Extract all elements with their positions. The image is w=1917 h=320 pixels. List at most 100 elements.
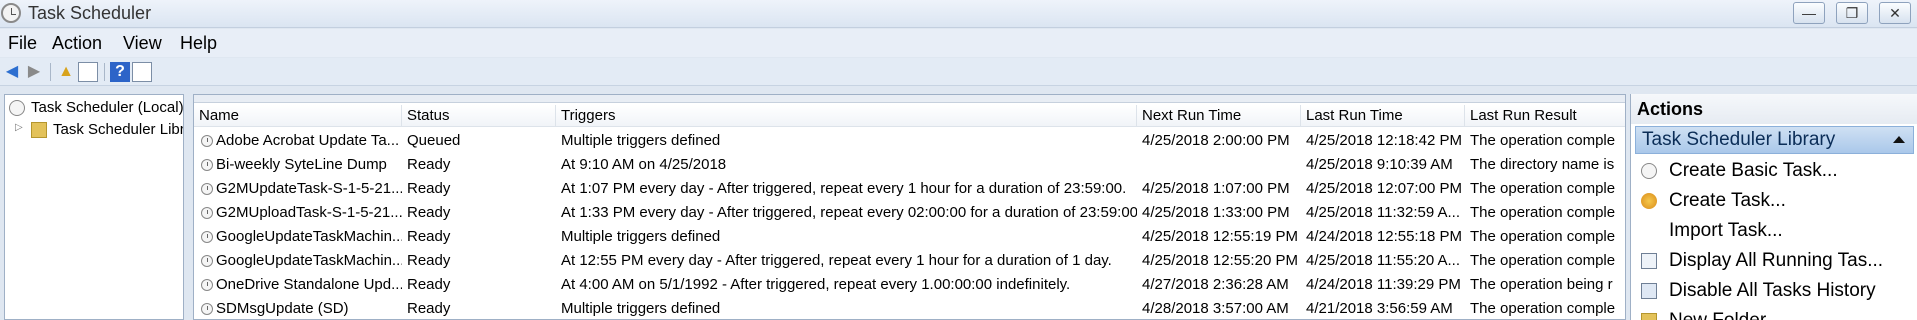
task-status: Ready [407, 204, 451, 221]
task-status: Ready [407, 252, 451, 269]
close-button[interactable]: ✕ [1879, 2, 1911, 24]
action-display-running[interactable]: Display All Running Tas... [1631, 246, 1917, 276]
actions-title: Actions [1631, 94, 1917, 124]
task-row[interactable]: OneDrive Standalone Upd... Ready At 4:00… [194, 273, 1625, 297]
task-triggers: At 1:07 PM every day - After triggered, … [561, 180, 1127, 197]
show-action-pane-icon[interactable] [132, 62, 152, 82]
task-row[interactable]: GoogleUpdateTaskMachin... Ready At 12:55… [194, 249, 1625, 273]
action-create-task[interactable]: Create Task... [1631, 186, 1917, 216]
task-last-run: 4/25/2018 12:18:42 PM [1306, 132, 1462, 149]
task-row[interactable]: Bi-weekly SyteLine Dump Ready At 9:10 AM… [194, 153, 1625, 177]
clock-icon [1, 3, 21, 23]
list-header: Name Status Triggers Next Run Time Last … [194, 105, 1625, 127]
task-next-run: 4/28/2018 3:57:00 AM [1142, 300, 1289, 317]
task-last-result: The operation being r [1470, 276, 1613, 293]
task-row[interactable]: G2MUpdateTask-S-1-5-21... Ready At 1:07 … [194, 177, 1625, 201]
task-last-result: The operation comple [1470, 228, 1616, 245]
column-header-next-run[interactable]: Next Run Time [1137, 105, 1301, 127]
pane-top-strip [194, 95, 1625, 103]
up-folder-icon[interactable]: ▲ [56, 62, 76, 82]
task-row[interactable]: SDMsgUpdate (SD) Ready Multiple triggers… [194, 297, 1625, 319]
task-clock-icon [201, 183, 213, 195]
column-header-name[interactable]: Name [194, 105, 402, 127]
task-last-result: The operation comple [1470, 180, 1616, 197]
task-clock-icon [201, 159, 213, 171]
toolbar-separator [50, 63, 51, 81]
task-row[interactable]: G2MUploadTask-S-1-5-21... Ready At 1:33 … [194, 201, 1625, 225]
task-next-run: 4/25/2018 2:00:00 PM [1142, 132, 1290, 149]
toolbar-separator [104, 63, 105, 81]
task-last-run: 4/25/2018 12:07:00 PM [1306, 180, 1462, 197]
task-status: Queued [407, 132, 461, 149]
actions-section-label: Task Scheduler Library [1642, 129, 1836, 150]
restore-button[interactable]: ❐ [1836, 2, 1868, 24]
minimize-button[interactable]: — [1793, 2, 1825, 24]
task-name: Bi-weekly SyteLine Dump [216, 156, 387, 173]
task-last-result: The operation comple [1470, 204, 1616, 221]
task-next-run [1142, 153, 1301, 177]
task-status: Ready [407, 228, 451, 245]
help-icon[interactable]: ? [110, 62, 130, 82]
task-triggers: Multiple triggers defined [561, 300, 721, 317]
menu-file[interactable]: File [8, 33, 37, 54]
menu-help[interactable]: Help [180, 33, 217, 54]
task-clock-icon [201, 255, 213, 267]
show-hide-tree-icon[interactable] [78, 62, 98, 82]
task-last-run: 4/24/2018 12:55:18 PM [1306, 228, 1462, 245]
task-list-pane: Name Status Triggers Next Run Time Last … [193, 94, 1626, 320]
task-clock-icon [201, 207, 213, 219]
column-header-status[interactable]: Status [402, 105, 556, 127]
running-tasks-icon [1641, 253, 1657, 269]
menu-action[interactable]: Action [52, 33, 102, 54]
task-triggers: At 4:00 AM on 5/1/1992 - After triggered… [561, 276, 1071, 293]
action-disable-history[interactable]: Disable All Tasks History [1631, 276, 1917, 306]
action-new-folder[interactable]: New Folder... [1631, 306, 1917, 320]
menu-bar: File Action View Help [0, 29, 1917, 57]
tree-label-library: Task Scheduler Library [53, 121, 183, 138]
menu-view[interactable]: View [123, 33, 162, 54]
task-status: Ready [407, 180, 451, 197]
task-last-result: The directory name is [1470, 156, 1615, 173]
actions-section-library[interactable]: Task Scheduler Library [1635, 126, 1914, 154]
action-label: Import Task... [1669, 220, 1783, 241]
task-triggers: Multiple triggers defined [561, 228, 721, 245]
action-label: Create Task... [1669, 190, 1786, 211]
task-next-run: 4/25/2018 12:55:20 PM [1142, 252, 1298, 269]
action-import-task[interactable]: Import Task... [1631, 216, 1917, 246]
navigation-tree: Task Scheduler (Local) ▷ Task Scheduler … [4, 94, 184, 320]
task-status: Ready [407, 276, 451, 293]
task-row[interactable]: GoogleUpdateTaskMachin... Ready Multiple… [194, 225, 1625, 249]
disable-history-icon [1641, 283, 1657, 299]
clock-icon [9, 100, 25, 116]
task-triggers: Multiple triggers defined [561, 132, 721, 149]
folder-icon [31, 122, 47, 138]
task-status: Ready [407, 156, 451, 173]
task-row[interactable]: Adobe Acrobat Update Ta... Queued Multip… [194, 129, 1625, 153]
forward-arrow-icon[interactable]: ▶ [24, 62, 44, 82]
task-last-run: 4/25/2018 9:10:39 AM [1306, 156, 1453, 173]
task-triggers: At 12:55 PM every day - After triggered,… [561, 252, 1112, 269]
collapse-arrow-icon[interactable] [1893, 136, 1905, 143]
task-name: OneDrive Standalone Upd... [216, 276, 402, 293]
column-header-last-result[interactable]: Last Run Result [1465, 105, 1625, 127]
task-last-run: 4/21/2018 3:56:59 AM [1306, 300, 1453, 317]
create-basic-task-icon [1641, 163, 1657, 179]
task-last-run: 4/25/2018 11:55:20 A... [1306, 252, 1461, 269]
expand-arrow-icon[interactable]: ▷ [15, 122, 23, 133]
task-name: Adobe Acrobat Update Ta... [216, 132, 400, 149]
column-header-last-run[interactable]: Last Run Time [1301, 105, 1465, 127]
task-triggers: At 9:10 AM on 4/25/2018 [561, 156, 727, 173]
action-create-basic-task[interactable]: Create Basic Task... [1631, 156, 1917, 186]
column-header-triggers[interactable]: Triggers [556, 105, 1137, 127]
title-bar: Task Scheduler — ❐ ✕ [0, 0, 1917, 28]
task-clock-icon [201, 279, 213, 291]
task-name: G2MUpdateTask-S-1-5-21... [216, 180, 402, 197]
back-arrow-icon[interactable]: ◀ [2, 62, 22, 82]
task-status: Ready [407, 300, 451, 317]
task-last-result: The operation comple [1470, 252, 1616, 269]
task-triggers: At 1:33 PM every day - After triggered, … [561, 204, 1137, 221]
action-label: Create Basic Task... [1669, 160, 1838, 181]
task-last-run: 4/25/2018 11:32:59 A... [1306, 204, 1461, 221]
task-clock-icon [201, 231, 213, 243]
task-clock-icon [201, 303, 213, 315]
